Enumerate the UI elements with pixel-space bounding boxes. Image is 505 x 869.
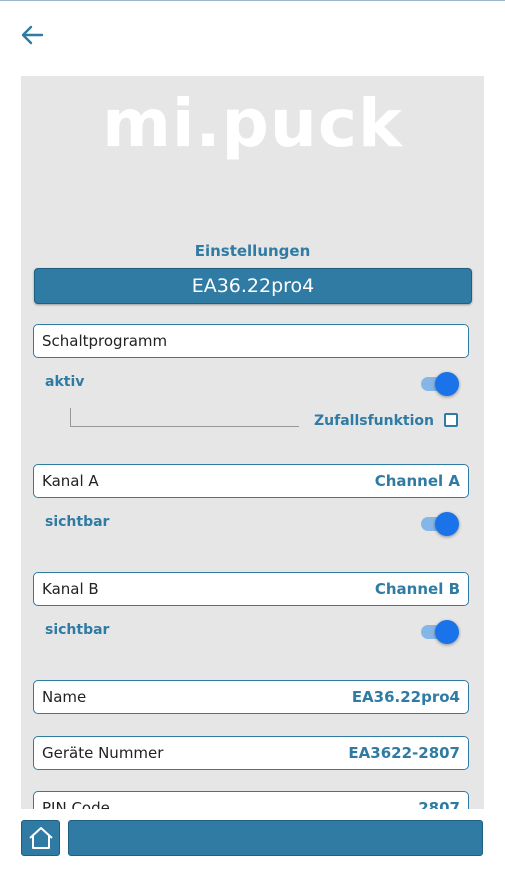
kanal-a-value: Channel A: [374, 472, 460, 490]
settings-panel[interactable]: mi.puck Einstellungen EA36.22pro4 Schalt…: [21, 76, 484, 809]
toggle-knob: [435, 620, 459, 644]
kanal-a-label: Kanal A: [42, 472, 99, 490]
kanal-b-sichtbar-toggle[interactable]: [421, 620, 459, 644]
pin-code-value: 2807: [418, 799, 460, 809]
name-row[interactable]: Name EA36.22pro4: [33, 680, 469, 714]
zufallsfunktion-checkbox[interactable]: [444, 413, 458, 427]
aktiv-label: aktiv: [45, 374, 85, 390]
device-button[interactable]: EA36.22pro4: [34, 268, 472, 304]
mipuck-logo: mi.puck: [102, 85, 403, 162]
tree-connector: [70, 408, 299, 427]
geraete-nummer-label: Geräte Nummer: [42, 744, 164, 762]
kanal-b-value: Channel B: [374, 580, 460, 598]
kanal-a-sichtbar-toggle[interactable]: [421, 512, 459, 536]
pin-code-row[interactable]: PIN Code 2807: [33, 791, 469, 809]
schaltprogramm-label: Schaltprogramm: [42, 332, 168, 350]
section-title: Einstellungen: [194, 242, 311, 260]
arrow-left-icon: [21, 25, 44, 45]
kanal-a-row[interactable]: Kanal A Channel A: [33, 464, 469, 498]
top-divider: [0, 0, 505, 1]
kanal-b-row[interactable]: Kanal B Channel B: [33, 572, 469, 606]
name-label: Name: [42, 688, 87, 706]
footer-action-button[interactable]: [68, 820, 483, 856]
kanal-b-label: Kanal B: [42, 580, 99, 598]
pin-code-label: PIN Code: [42, 799, 110, 809]
aktiv-toggle[interactable]: [421, 372, 459, 396]
kanal-b-sichtbar-label: sichtbar: [45, 622, 110, 638]
home-icon: [28, 827, 53, 849]
geraete-nummer-value: EA3622-2807: [348, 744, 460, 762]
home-button[interactable]: [21, 820, 60, 856]
name-value: EA36.22pro4: [351, 688, 460, 706]
schaltprogramm-row[interactable]: Schaltprogramm: [33, 324, 469, 358]
toggle-knob: [435, 372, 459, 396]
zufallsfunktion-label: Zufallsfunktion: [314, 413, 434, 429]
back-button[interactable]: [18, 20, 50, 50]
geraete-nummer-row[interactable]: Geräte Nummer EA3622-2807: [33, 736, 469, 770]
toggle-knob: [435, 512, 459, 536]
kanal-a-sichtbar-label: sichtbar: [45, 514, 110, 530]
